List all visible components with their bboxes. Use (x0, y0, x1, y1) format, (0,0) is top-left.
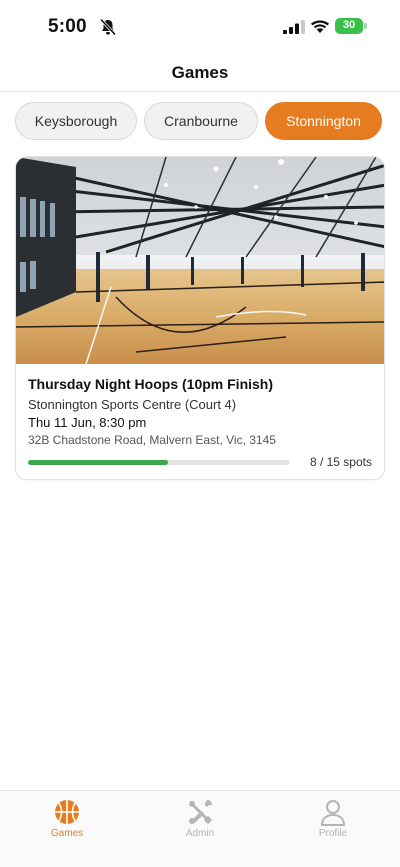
header: Games (0, 54, 400, 92)
tools-icon (189, 800, 212, 824)
tab-cranbourne[interactable]: Cranbourne (144, 102, 258, 140)
spots-count: 8 / 15 spots (310, 455, 372, 469)
game-card[interactable]: Thursday Night Hoops (10pm Finish) Stonn… (15, 156, 385, 480)
court-image (16, 157, 384, 364)
nav-tab-profile[interactable]: Profile (293, 797, 373, 841)
nav-tab-admin[interactable]: Admin (160, 797, 240, 841)
nav-label-games: Games (50, 828, 84, 839)
spots-label: 8 / 15 spots (309, 455, 372, 469)
status-bar: 5:00 30 (0, 0, 400, 54)
nav-label-admin: Admin (185, 828, 215, 839)
battery-cap (364, 23, 367, 29)
battery-indicator: 30 (335, 18, 367, 34)
nav-label-profile: Profile (318, 828, 348, 839)
status-time: 5:00 (48, 16, 87, 37)
bottom-tab-bar: Games Admin Profile (0, 790, 400, 867)
game-title: Thursday Night Hoops (10pm Finish) (28, 376, 274, 392)
spots-progress-bar (28, 460, 290, 465)
game-address: 32B Chadstone Road, Malvern East, Vic, 3… (28, 433, 276, 447)
page-title: Games (171, 63, 229, 82)
location-tabs: Keysborough Cranbourne Stonnington (15, 102, 385, 140)
spots-progress-fill (28, 460, 168, 465)
battery-level: 30 (342, 19, 356, 31)
basketball-icon (55, 800, 79, 824)
game-datetime: Thu 11 Jun, 8:30 pm (28, 415, 147, 430)
cellular-signal-icon (283, 20, 305, 34)
bell-off-icon (100, 18, 116, 36)
tab-keysborough[interactable]: Keysborough (15, 102, 137, 140)
wifi-icon (310, 20, 330, 33)
tab-stonnington[interactable]: Stonnington (265, 102, 382, 140)
game-venue: Stonnington Sports Centre (Court 4) (28, 397, 237, 412)
nav-tab-games[interactable]: Games (27, 797, 107, 841)
person-icon (320, 800, 346, 826)
